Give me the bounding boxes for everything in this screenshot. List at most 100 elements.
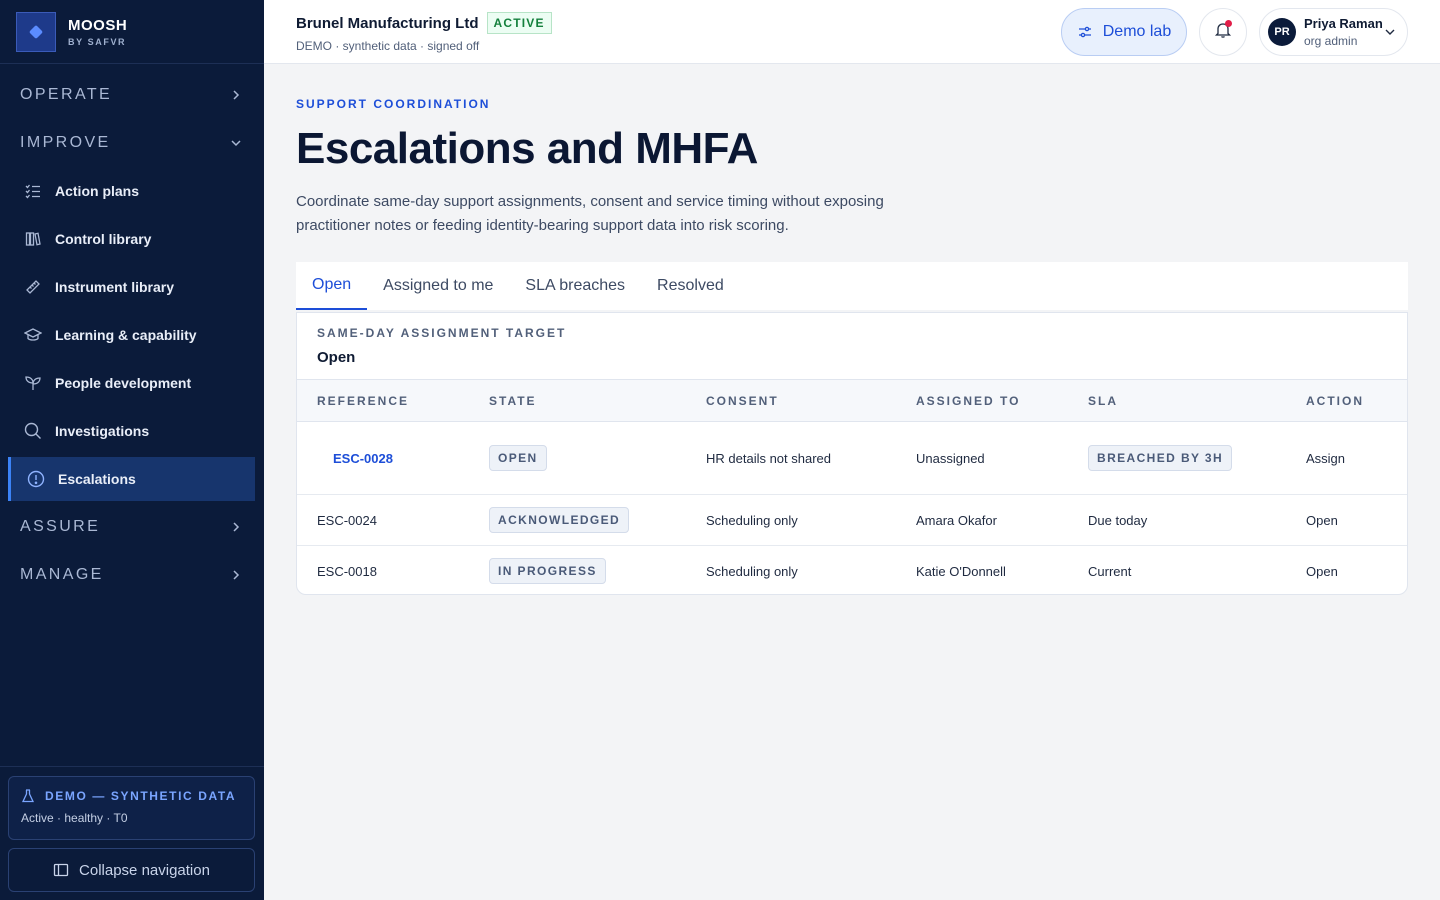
sla-cell: Due today — [1068, 494, 1286, 546]
tab-bar: Open Assigned to me SLA breaches Resolve… — [296, 262, 1408, 310]
nav-section-assure[interactable]: ASSURE — [0, 503, 264, 551]
page-description: Coordinate same-day support assignments,… — [296, 193, 884, 234]
nav-section-label: OPERATE — [20, 86, 113, 103]
sidebar-item-label: People development — [55, 375, 192, 391]
sidebar-item-control-library[interactable]: Control library — [0, 215, 264, 263]
tab-resolved[interactable]: Resolved — [641, 262, 740, 310]
org-sub: DEMO · synthetic data · signed off — [296, 39, 480, 53]
sla-badge: BREACHED BY 3H — [1088, 445, 1233, 471]
sidebar-item-label: Action plans — [55, 183, 140, 199]
tab-assigned-to-me[interactable]: Assigned to me — [367, 262, 509, 310]
demo-lab-label: Demo lab — [1102, 23, 1172, 40]
action-open-button[interactable]: Open — [1286, 546, 1407, 595]
nav-section-label: IMPROVE — [20, 134, 111, 151]
sidebar-item-label: Investigations — [55, 423, 150, 439]
sidebar-item-escalations[interactable]: Escalations — [8, 457, 255, 501]
alert-circle-icon — [27, 470, 45, 488]
sidebar-item-action-plans[interactable]: Action plans — [0, 167, 264, 215]
sidebar: MOOSH BY SAFVR OPERATE IMPROVE Action pl… — [0, 0, 264, 900]
reference-cell: ESC-0018 — [317, 563, 377, 579]
notification-dot — [1225, 20, 1232, 27]
consent-cell: Scheduling only — [706, 563, 798, 579]
reference-cell: ESC-0024 — [297, 494, 469, 546]
state-badge: ACKNOWLEDGED — [489, 507, 630, 533]
nav-section-manage[interactable]: MANAGE — [0, 551, 264, 599]
table-row[interactable]: ESC-0024 ACKNOWLEDGED Scheduling only Am… — [297, 494, 1407, 546]
column-header-sla: SLA — [1068, 379, 1286, 422]
user-role: org admin — [1304, 34, 1358, 48]
chevron-right-icon — [228, 519, 244, 535]
table-row[interactable]: ESC-0028 OPEN HR details not shared Unas… — [297, 421, 1407, 495]
status-badge: ACTIVE — [486, 12, 552, 34]
org-info: Brunel Manufacturing Ltd ACTIVE DEMO · s… — [296, 12, 552, 53]
search-icon — [24, 422, 42, 440]
sla-cell: Current — [1088, 563, 1132, 579]
user-name: Priya Raman — [1304, 16, 1383, 31]
consent-cell: Scheduling only — [686, 494, 896, 546]
collapse-navigation-button[interactable]: Collapse navigation — [8, 848, 255, 892]
sliders-icon — [1077, 24, 1093, 40]
action-assign-button[interactable]: Assign — [1286, 421, 1407, 495]
sidebar-item-people-development[interactable]: People development — [0, 359, 264, 407]
nav-section-improve[interactable]: IMPROVE — [0, 119, 264, 167]
assigned-to-cell: Amara Okafor — [896, 494, 1068, 546]
sidebar-item-label: Learning & capability — [55, 327, 197, 343]
assigned-to-cell: Katie O'Donnell — [916, 563, 1006, 579]
brand[interactable]: MOOSH BY SAFVR — [0, 0, 264, 64]
avatar: PR — [1268, 18, 1296, 46]
chevron-down-icon — [1383, 25, 1397, 39]
consent-cell: HR details not shared — [686, 421, 896, 495]
tab-open[interactable]: Open — [296, 262, 368, 310]
brand-logo-icon — [16, 11, 56, 52]
card-value: Open — [317, 349, 356, 366]
sidebar-item-learning-capability[interactable]: Learning & capability — [0, 311, 264, 359]
sidebar-item-label: Control library — [55, 231, 152, 247]
action-open-button[interactable]: Open — [1286, 494, 1407, 546]
sidebar-item-label: Instrument library — [55, 279, 175, 295]
demo-lab-button[interactable]: Demo lab — [1061, 8, 1187, 56]
top-header: Brunel Manufacturing Ltd ACTIVE DEMO · s… — [264, 0, 1440, 64]
column-header-state: STATE — [469, 379, 686, 422]
flask-icon — [21, 789, 35, 803]
sidebar-item-investigations[interactable]: Investigations — [0, 407, 264, 455]
notifications-button[interactable] — [1199, 8, 1247, 56]
sprout-icon — [24, 374, 42, 392]
column-header-assigned-to: ASSIGNED TO — [896, 379, 1068, 422]
tab-sla-breaches[interactable]: SLA breaches — [509, 262, 641, 310]
graduation-cap-icon — [24, 326, 42, 344]
org-name: Brunel Manufacturing Ltd — [296, 14, 479, 32]
page-title: Escalations and MHFA — [296, 124, 758, 173]
brand-sub: BY SAFVR — [68, 36, 127, 47]
collapse-navigation-label: Collapse navigation — [79, 861, 210, 879]
checklist-icon — [24, 182, 42, 200]
assigned-to-cell: Unassigned — [896, 421, 1068, 495]
sidebar-item-label: Escalations — [58, 471, 136, 487]
page-eyebrow: SUPPORT COORDINATION — [296, 97, 491, 111]
sidebar-panel-icon — [53, 862, 69, 878]
nav-section-operate[interactable]: OPERATE — [0, 71, 264, 119]
reference-link[interactable]: ESC-0028 — [317, 451, 393, 466]
demo-sub: Active · healthy · T0 — [21, 811, 128, 825]
books-icon — [24, 230, 42, 248]
demo-title: DEMO — SYNTHETIC DATA — [45, 789, 237, 803]
column-header-action: ACTION — [1286, 379, 1407, 422]
card-label: SAME-DAY ASSIGNMENT TARGET — [317, 326, 567, 340]
demo-status-box: DEMO — SYNTHETIC DATA Active · healthy ·… — [8, 776, 255, 840]
brand-name: MOOSH — [68, 16, 128, 34]
state-badge: OPEN — [489, 445, 547, 471]
user-menu[interactable]: PR Priya Raman org admin — [1259, 8, 1408, 56]
chevron-right-icon — [228, 87, 244, 103]
sidebar-item-instrument-library[interactable]: Instrument library — [0, 263, 264, 311]
column-header-consent: CONSENT — [686, 379, 896, 422]
nav-section-label: ASSURE — [20, 518, 101, 535]
chevron-right-icon — [228, 567, 244, 583]
ruler-icon — [24, 278, 42, 296]
column-header-reference: REFERENCE — [297, 379, 469, 422]
nav-section-label: MANAGE — [20, 566, 104, 583]
sidebar-divider — [0, 766, 264, 767]
table-row[interactable]: ESC-0018 IN PROGRESS Scheduling only Kat… — [297, 546, 1407, 595]
escalations-table: REFERENCE STATE CONSENT ASSIGNED TO SLA … — [297, 379, 1407, 595]
chevron-down-icon — [228, 135, 244, 151]
escalations-card: SAME-DAY ASSIGNMENT TARGET Open REFERENC… — [296, 312, 1408, 595]
state-badge: IN PROGRESS — [489, 558, 606, 585]
